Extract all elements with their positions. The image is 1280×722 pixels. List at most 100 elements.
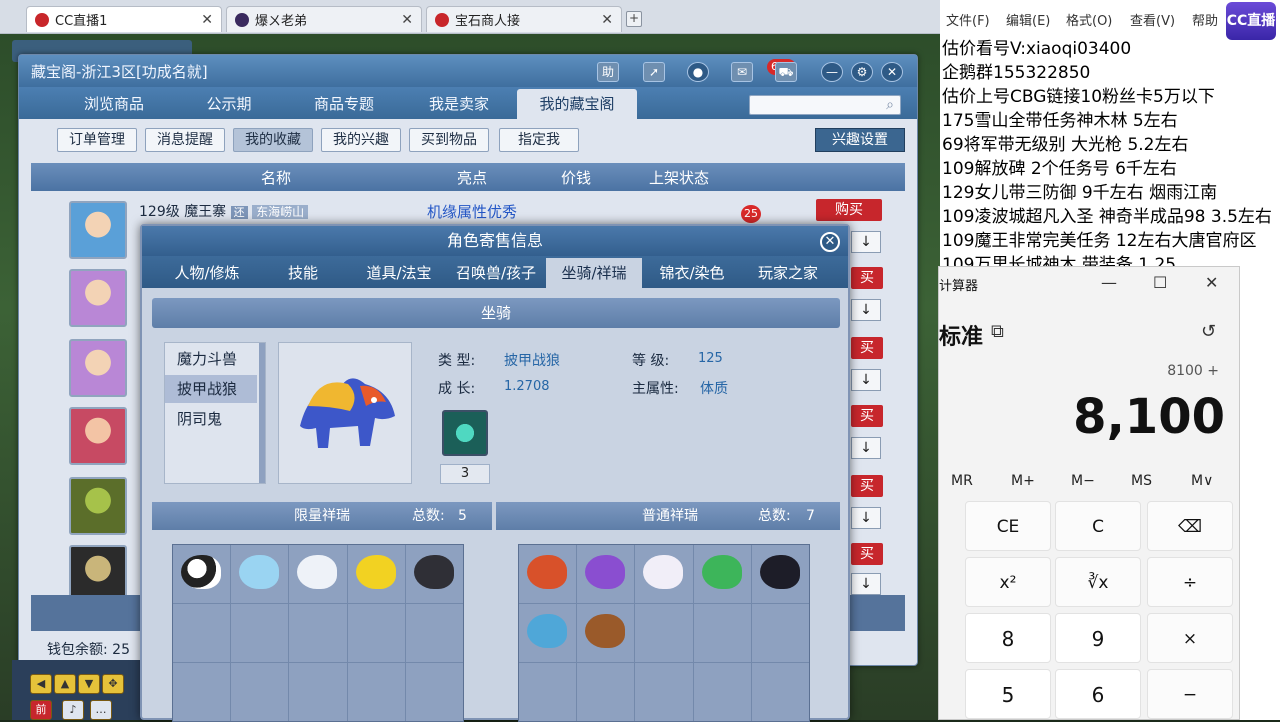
character-avatar[interactable] [69, 477, 127, 535]
mount-skill-icon[interactable] [442, 410, 488, 456]
chat-icon[interactable]: … [90, 700, 112, 720]
designated-me-button[interactable]: 指定我 [499, 128, 579, 152]
tab-public-period[interactable]: 公示期 [174, 89, 284, 119]
menu-format[interactable]: 格式(O) [1066, 10, 1112, 29]
memory-subtract-button[interactable]: M− [1071, 473, 1095, 489]
clear-entry-button[interactable]: CE [965, 501, 1051, 551]
tab-character-cultivation[interactable]: 人物/修炼 [160, 258, 254, 288]
interest-settings-button[interactable]: 兴趣设置 [815, 128, 905, 152]
auspicious-slot[interactable] [635, 663, 693, 721]
auspicious-slot[interactable] [693, 545, 751, 603]
auspicious-slot[interactable] [347, 545, 405, 603]
tab-player-home[interactable]: 玩家之家 [740, 258, 836, 288]
auspicious-slot[interactable] [519, 604, 577, 662]
cube-root-button[interactable]: ∛x [1055, 557, 1141, 607]
menu-view[interactable]: 查看(V) [1130, 10, 1175, 29]
tab-items-treasure[interactable]: 道具/法宝 [352, 258, 446, 288]
tab-mounts-auspicious[interactable]: 坐骑/祥瑞 [546, 258, 642, 288]
voice-icon[interactable]: ♪ [62, 700, 84, 720]
digit-9-button[interactable]: 9 [1055, 613, 1141, 663]
memory-list-button[interactable]: M∨ [1191, 473, 1213, 489]
tab-outfit-dye[interactable]: 锦衣/染色 [644, 258, 740, 288]
buy-button[interactable]: 买 [851, 337, 883, 359]
calc-minimize-button[interactable]: — [1101, 273, 1117, 292]
close-icon[interactable]: ✕ [881, 62, 903, 82]
auspicious-slot[interactable] [231, 663, 289, 721]
order-management-button[interactable]: 订单管理 [57, 128, 137, 152]
down-arrow-button[interactable]: ↓ [851, 299, 881, 321]
buy-button[interactable]: 买 [851, 267, 883, 289]
settings-gear-icon[interactable]: ⚙ [851, 62, 873, 82]
digit-8-button[interactable]: 8 [965, 613, 1051, 663]
buy-button[interactable]: 买 [851, 475, 883, 497]
buy-button[interactable]: 买 [851, 543, 883, 565]
arrow-down-icon[interactable]: ▼ [78, 674, 100, 694]
auspicious-slot[interactable] [577, 604, 635, 662]
auspicious-slot[interactable] [519, 545, 577, 603]
auspicious-slot[interactable] [405, 545, 463, 603]
minus-button[interactable]: − [1147, 669, 1233, 719]
auspicious-slot[interactable] [289, 663, 347, 721]
tab-pets-children[interactable]: 召唤兽/孩子 [448, 258, 544, 288]
memory-add-button[interactable]: M+ [1011, 473, 1035, 489]
auspicious-slot[interactable] [693, 604, 751, 662]
auspicious-slot[interactable] [693, 663, 751, 721]
search-icon[interactable]: ⌕ [881, 95, 899, 115]
menu-help[interactable]: 帮助 [1192, 10, 1218, 29]
backspace-button[interactable]: ⌫ [1147, 501, 1233, 551]
auspicious-slot[interactable] [289, 545, 347, 603]
digit-5-button[interactable]: 5 [965, 669, 1051, 719]
chat-channel-icon[interactable]: 前 [30, 700, 52, 720]
auspicious-slot[interactable] [751, 663, 809, 721]
character-avatar[interactable] [69, 201, 127, 259]
mount-list-scrollbar[interactable] [259, 343, 265, 483]
auspicious-slot[interactable] [751, 545, 809, 603]
cart-icon[interactable]: ⛟ [775, 62, 797, 82]
tab-topics[interactable]: 商品专题 [289, 89, 399, 119]
message-icon[interactable]: ✉ [731, 62, 753, 82]
buy-button[interactable]: 购买 [816, 199, 882, 221]
mount-item[interactable]: 魔力斗兽 [165, 345, 257, 373]
auspicious-slot[interactable] [635, 545, 693, 603]
highlight-link[interactable]: 机缘属性优秀 [427, 201, 517, 222]
search-input[interactable] [749, 95, 901, 115]
arrow-left-icon[interactable]: ◀ [30, 674, 52, 694]
tab-my-pavilion[interactable]: 我的藏宝阁 [517, 89, 637, 119]
divide-button[interactable]: ÷ [1147, 557, 1233, 607]
auspicious-slot[interactable] [519, 663, 577, 721]
my-favorites-button[interactable]: 我的收藏 [233, 128, 313, 152]
dialog-close-icon[interactable]: ✕ [820, 232, 840, 252]
menu-edit[interactable]: 编辑(E) [1006, 10, 1050, 29]
down-arrow-button[interactable]: ↓ [851, 573, 881, 595]
auspicious-slot[interactable] [173, 663, 231, 721]
message-reminder-button[interactable]: 消息提醒 [145, 128, 225, 152]
close-tab-icon[interactable]: ✕ [401, 12, 413, 28]
clear-button[interactable]: C [1055, 501, 1141, 551]
multiply-button[interactable]: × [1147, 613, 1233, 663]
auspicious-slot[interactable] [577, 663, 635, 721]
buy-button[interactable]: 买 [851, 405, 883, 427]
history-icon[interactable]: ↺ [1201, 321, 1216, 342]
auspicious-slot[interactable] [173, 545, 231, 603]
share-icon[interactable]: ➚ [643, 62, 665, 82]
down-arrow-button[interactable]: ↓ [851, 437, 881, 459]
close-tab-icon[interactable]: ✕ [601, 12, 613, 28]
auspicious-slot[interactable] [289, 604, 347, 662]
browser-tab-gem-merchant[interactable]: 宝石商人接 ✕ [426, 6, 622, 32]
digit-6-button[interactable]: 6 [1055, 669, 1141, 719]
tab-browse-goods[interactable]: 浏览商品 [59, 89, 169, 119]
calculator-mode[interactable]: 标准 [939, 319, 983, 351]
close-tab-icon[interactable]: ✕ [201, 12, 213, 28]
auspicious-slot[interactable] [347, 604, 405, 662]
move-icon[interactable]: ✥ [102, 674, 124, 694]
arrow-up-icon[interactable]: ▲ [54, 674, 76, 694]
keep-on-top-icon[interactable]: ⧉ [991, 321, 1004, 342]
menu-file[interactable]: 文件(F) [946, 10, 990, 29]
square-button[interactable]: x² [965, 557, 1051, 607]
record-icon[interactable]: ● [687, 62, 709, 82]
auspicious-slot[interactable] [173, 604, 231, 662]
auspicious-slot[interactable] [635, 604, 693, 662]
auspicious-slot[interactable] [577, 545, 635, 603]
calc-maximize-button[interactable]: ☐ [1153, 273, 1167, 292]
memory-store-button[interactable]: MS [1131, 473, 1152, 489]
